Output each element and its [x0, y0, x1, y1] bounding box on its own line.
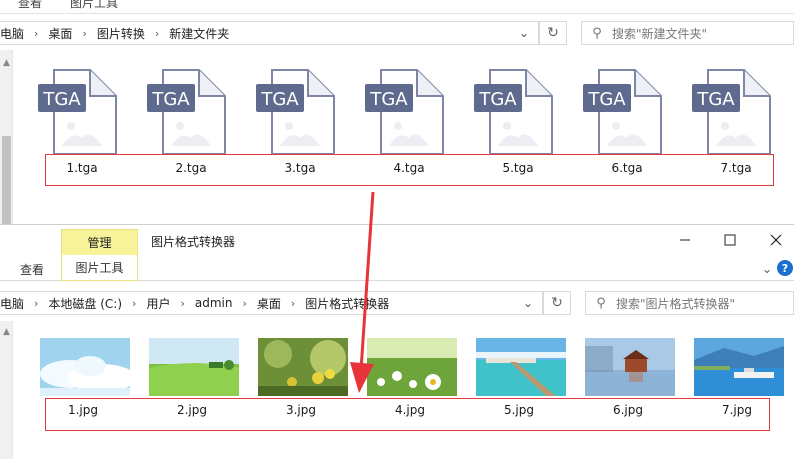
top-breadcrumb-desktop[interactable]: 桌面	[48, 25, 72, 42]
tga-badge-text: TGA	[151, 89, 190, 110]
bottom-address-bar[interactable]: 电脑 › 本地磁盘 (C:) › 用户 › admin › 桌面 › 图片格式转…	[0, 291, 543, 315]
chevron-right-icon[interactable]: ›	[34, 27, 38, 40]
chevron-down-icon[interactable]: ⌄	[517, 292, 539, 314]
tga-badge-text: TGA	[696, 89, 735, 110]
tga-file-icon[interactable]: TGA	[147, 68, 227, 156]
tga-badge-text: TGA	[260, 89, 299, 110]
tga-file-icon[interactable]: TGA	[474, 68, 554, 156]
tga-badge-text: TGA	[587, 89, 626, 110]
chevron-right-icon[interactable]: ›	[180, 297, 184, 310]
top-highlight-box	[45, 154, 774, 186]
chevron-right-icon[interactable]: ›	[155, 27, 159, 40]
jpg-thumbnail-yellow-flowers[interactable]	[258, 338, 348, 396]
bottom-search-input[interactable]: ⚲ 搜索"图片格式转换器"	[585, 291, 794, 315]
tga-badge-text: TGA	[42, 89, 81, 110]
chevron-down-icon[interactable]: ⌄	[513, 22, 535, 44]
manage-tab[interactable]: 管理	[61, 229, 138, 255]
scroll-up-icon[interactable]: ▲	[0, 327, 13, 337]
scroll-up-icon[interactable]: ▲	[0, 58, 13, 68]
top-breadcrumb-pc[interactable]: 电脑	[0, 25, 24, 42]
jpg-thumbnail-sky-clouds[interactable]	[40, 338, 130, 396]
chevron-right-icon[interactable]: ›	[291, 297, 295, 310]
top-ribbon-tab-picture-tools[interactable]: 图片工具	[70, 0, 118, 11]
bottom-breadcrumb-users[interactable]: 用户	[146, 295, 170, 312]
bottom-scrollbar[interactable]: ▲	[0, 321, 13, 459]
top-ribbon: 查看 图片工具	[0, 0, 794, 14]
top-scrollbar[interactable]: ▲	[0, 50, 13, 224]
top-breadcrumb-image-convert[interactable]: 图片转换	[97, 25, 145, 42]
bottom-window: 管理 图片格式转换器 查看 图片工具 ⌄ ? 电脑 › 本地磁盘 (C:) › …	[0, 224, 794, 459]
top-search-input[interactable]: ⚲ 搜索"新建文件夹"	[581, 21, 794, 45]
top-search-placeholder: 搜索"新建文件夹"	[612, 26, 708, 41]
bottom-breadcrumb-local-disk[interactable]: 本地磁盘 (C:)	[48, 295, 122, 312]
top-ribbon-tab-view[interactable]: 查看	[18, 0, 42, 11]
top-address-bar[interactable]: 电脑 › 桌面 › 图片转换 › 新建文件夹 ⌄	[0, 21, 539, 45]
top-scrollbar-thumb[interactable]	[2, 136, 11, 224]
refresh-icon[interactable]: ↻	[543, 291, 571, 315]
maximize-icon[interactable]	[718, 230, 742, 250]
chevron-right-icon[interactable]: ›	[34, 297, 38, 310]
red-arrow-icon	[350, 191, 375, 393]
jpg-thumbnail-green-field[interactable]	[149, 338, 239, 396]
bottom-address-row: 电脑 › 本地磁盘 (C:) › 用户 › admin › 桌面 › 图片格式转…	[0, 286, 794, 320]
tga-file-icon[interactable]: TGA	[692, 68, 772, 156]
bottom-ribbon: 查看 图片工具 ⌄ ?	[0, 255, 794, 281]
tga-badge-text: TGA	[369, 89, 408, 110]
help-icon[interactable]: ?	[777, 260, 793, 276]
tga-file-icon[interactable]: TGA	[583, 68, 663, 156]
minimize-icon[interactable]	[673, 230, 697, 250]
search-icon: ⚲	[592, 25, 602, 41]
jpg-thumbnail-harbor[interactable]	[694, 338, 784, 396]
top-breadcrumb-new-folder[interactable]: 新建文件夹	[169, 25, 229, 42]
ribbon-tab-view[interactable]: 查看	[20, 261, 44, 278]
jpg-thumbnail-lake-house[interactable]	[585, 338, 675, 396]
search-icon: ⚲	[596, 295, 606, 311]
close-icon[interactable]	[764, 230, 788, 250]
ribbon-tab-picture-tools[interactable]: 图片工具	[61, 255, 138, 281]
tga-badge-text: TGA	[478, 89, 517, 110]
tga-file-icon[interactable]: TGA	[38, 68, 118, 156]
bottom-highlight-box	[45, 398, 770, 431]
top-address-row: 电脑 › 桌面 › 图片转换 › 新建文件夹 ⌄ ↻ ⚲ 搜索"新建文件夹"	[0, 16, 794, 50]
refresh-icon[interactable]: ↻	[539, 21, 567, 45]
bottom-breadcrumb-desktop[interactable]: 桌面	[257, 295, 281, 312]
tga-file-icon[interactable]: TGA	[365, 68, 445, 156]
bottom-breadcrumb-pc[interactable]: 电脑	[0, 295, 24, 312]
bottom-breadcrumb-admin[interactable]: admin	[195, 296, 233, 310]
window-title: 图片格式转换器	[151, 235, 236, 249]
bottom-search-placeholder: 搜索"图片格式转换器"	[616, 296, 736, 311]
jpg-thumbnail-ocean-pier[interactable]	[476, 338, 566, 396]
tga-file-icon[interactable]: TGA	[256, 68, 336, 156]
chevron-down-icon[interactable]: ⌄	[756, 258, 778, 280]
chevron-right-icon[interactable]: ›	[82, 27, 86, 40]
chevron-right-icon[interactable]: ›	[242, 297, 246, 310]
chevron-right-icon[interactable]: ›	[132, 297, 136, 310]
